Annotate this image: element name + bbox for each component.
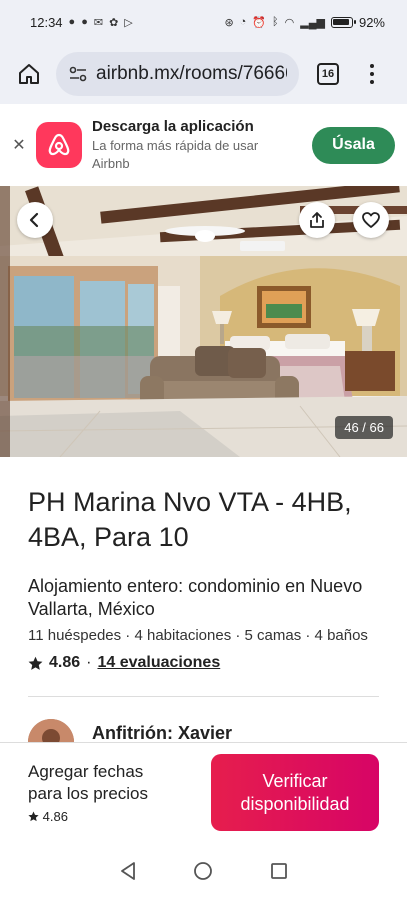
url-text[interactable]: airbnb.mx/rooms/76666 [96, 63, 287, 85]
close-icon[interactable]: ✕ [12, 135, 26, 155]
save-favorite-button[interactable] [353, 202, 389, 238]
back-button[interactable] [17, 202, 53, 238]
photo-counter: 46 / 66 [335, 416, 393, 439]
chevron-left-icon [29, 212, 39, 228]
site-settings-icon[interactable] [68, 64, 88, 84]
app-install-banner: ✕ Descarga la aplicación La forma más rá… [0, 104, 407, 186]
rating-separator: · [86, 654, 92, 671]
reviews-link[interactable]: 14 evaluaciones [97, 654, 220, 672]
banner-subtitle: La forma más rápida de usar Airbnb [92, 137, 259, 171]
airbnb-logo-icon [48, 133, 70, 156]
play-icon: ▷ [124, 16, 133, 29]
circle-home-icon [194, 862, 213, 880]
listing-details: 11 huéspedes · 4 habitaciones · 5 camas … [28, 627, 368, 644]
address-bar[interactable]: airbnb.mx/rooms/76666 [56, 52, 299, 96]
listing-photo[interactable]: 46 / 66 [0, 186, 407, 457]
host-name: Anfitrión: Xavier [92, 723, 233, 743]
banner-text: Descarga la aplicación La forma más rápi… [92, 118, 282, 173]
banner-title: Descarga la aplicación [92, 117, 254, 135]
airbnb-logo [36, 122, 82, 168]
battery-level: 92% [358, 14, 385, 30]
mail-icon: ✉ [93, 16, 104, 29]
add-dates-prompt[interactable]: Agregar fechas para los precios [28, 761, 178, 805]
status-right: ⊛ ◔ ⏰ ᛒ ◠ ▂▄▆ 92% [224, 15, 385, 30]
system-nav-bar [0, 842, 407, 900]
booking-summary[interactable]: Agregar fechas para los precios 4.86 [28, 761, 211, 824]
alarm-icon: ⏰ [252, 16, 267, 29]
open-app-button[interactable]: Úsala [312, 126, 395, 164]
home-button[interactable] [14, 59, 44, 89]
star-icon [28, 656, 43, 670]
share-button[interactable] [299, 202, 335, 238]
browser-toolbar: airbnb.mx/rooms/76666 16 [0, 44, 407, 104]
nav-home-button[interactable] [191, 859, 215, 883]
status-left: 12:34 ● ● ✉ ✿ ▷ [30, 15, 133, 30]
star-icon [28, 811, 39, 822]
rating-value: 4.86 [49, 654, 81, 671]
divider [28, 696, 379, 697]
facebook-icon: ● [81, 16, 88, 28]
triangle-back-icon [120, 862, 135, 880]
chat-bubble-icon: ● [68, 16, 76, 28]
square-recents-icon [271, 863, 288, 879]
screen: 12:34 ● ● ✉ ✿ ▷ ⊛ ◔ ⏰ ᛒ ◠ ▂▄▆ 92% airbnb… [0, 0, 407, 900]
listing-type: Alojamiento entero: condominio en Nuevo … [28, 576, 363, 619]
listing-info: PH Marina Nvo VTA - 4HB, 4BA, Para 10 Al… [0, 457, 407, 765]
home-icon [19, 64, 39, 84]
more-menu-icon[interactable] [369, 64, 375, 84]
clock: 12:34 [30, 14, 63, 30]
listing-title: PH Marina Nvo VTA - 4HB, 4BA, Para 10 [28, 487, 352, 552]
heart-icon [362, 212, 380, 228]
signal-icon: ▂▄▆ [300, 16, 325, 29]
tab-switcher-button[interactable]: 16 [317, 63, 339, 85]
speed-icon: ◔ [239, 16, 247, 28]
share-icon [310, 212, 324, 228]
battery-icon [330, 16, 356, 28]
app-icon: ✿ [109, 16, 119, 29]
sync-icon: ⊛ [224, 16, 234, 29]
booking-rating: 4.86 [28, 809, 211, 824]
nav-recents-button[interactable] [267, 859, 291, 883]
nav-back-button[interactable] [116, 859, 140, 883]
wifi-icon: ◠ [284, 16, 295, 29]
bluetooth-icon: ᛒ [272, 16, 279, 28]
booking-bar: Agregar fechas para los precios 4.86 Ver… [0, 742, 407, 842]
check-availability-button[interactable]: Verificar disponibilidad [211, 754, 379, 831]
booking-rating-value: 4.86 [42, 809, 68, 824]
rating-row: 4.86 · 14 evaluaciones [28, 654, 379, 672]
status-bar: 12:34 ● ● ✉ ✿ ▷ ⊛ ◔ ⏰ ᛒ ◠ ▂▄▆ 92% [0, 0, 407, 44]
